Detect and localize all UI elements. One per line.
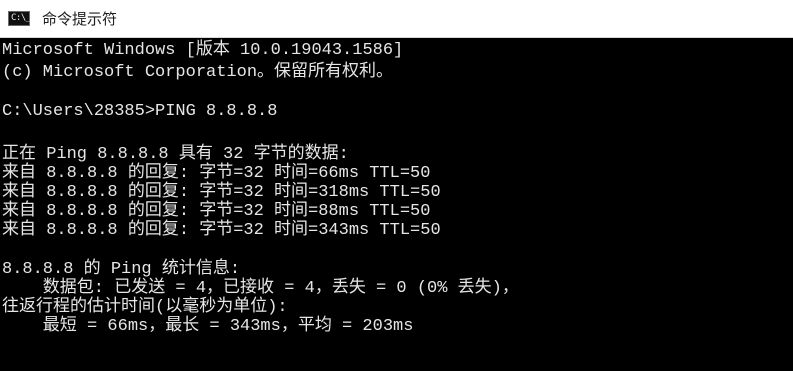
console-line-reply: 来自 8.8.8.8 的回复: 字节=32 时间=88ms TTL=50 xyxy=(2,202,431,221)
console-line-reply: 来自 8.8.8.8 的回复: 字节=32 时间=66ms TTL=50 xyxy=(2,164,431,183)
console-line-reply: 来自 8.8.8.8 的回复: 字节=32 时间=343ms TTL=50 xyxy=(2,221,441,240)
console-line-packets: 数据包: 已发送 = 4，已接收 = 4，丢失 = 0 (0% 丢失)， xyxy=(2,279,519,298)
title-bar[interactable]: C:\_ 命令提示符 xyxy=(0,0,793,38)
console-line-reply: 来自 8.8.8.8 的回复: 字节=32 时间=318ms TTL=50 xyxy=(2,183,441,202)
console-line-stats-header: 8.8.8.8 的 Ping 统计信息: xyxy=(2,260,241,279)
window-title: 命令提示符 xyxy=(42,10,118,28)
cmd-icon-glyph: C:\_ xyxy=(11,13,31,23)
console-line-copyright: (c) Microsoft Corporation。保留所有权利。 xyxy=(2,63,394,82)
console-line-version: Microsoft Windows [版本 10.0.19043.1586] xyxy=(2,41,404,60)
console-line-ping-header: 正在 Ping 8.8.8.8 具有 32 字节的数据: xyxy=(2,145,349,164)
cmd-app-icon[interactable]: C:\_ xyxy=(8,11,31,26)
console-output-area[interactable]: Microsoft Windows [版本 10.0.19043.1586] (… xyxy=(0,38,793,371)
console-line-command: C:\Users\28385>PING 8.8.8.8 xyxy=(2,102,278,121)
console-line-rtt-values: 最短 = 66ms，最长 = 343ms，平均 = 203ms xyxy=(2,317,414,336)
command-prompt-window: C:\_ 命令提示符 Microsoft Windows [版本 10.0.19… xyxy=(0,0,793,371)
console-line-rtt-header: 往返行程的估计时间(以毫秒为单位): xyxy=(2,298,288,317)
